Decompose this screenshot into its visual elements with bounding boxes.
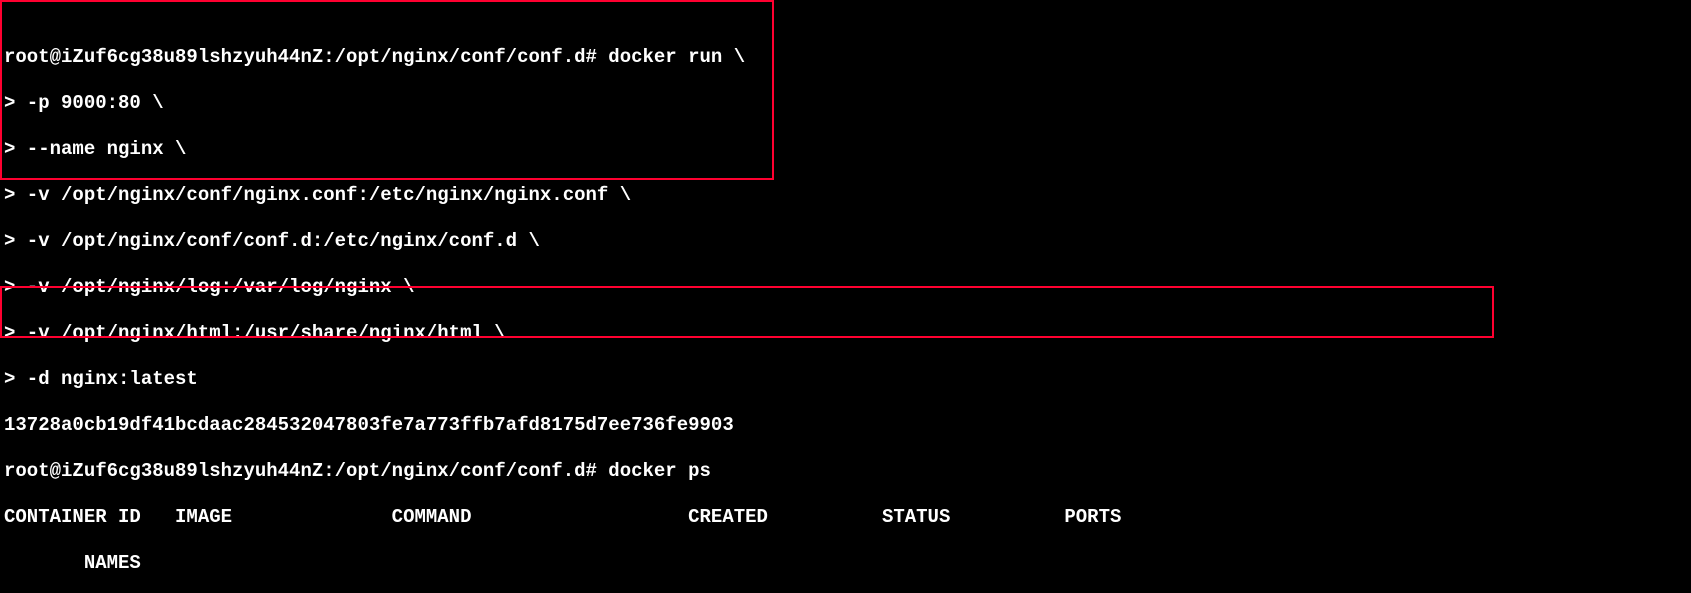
container-hash: 13728a0cb19df41bcdaac284532047803fe7a773… bbox=[4, 414, 734, 436]
table-header: CONTAINER ID IMAGE COMMAND CREATED STATU… bbox=[4, 506, 1121, 528]
cmd-line: > --name nginx \ bbox=[4, 138, 186, 160]
cmd-line: > -v /opt/nginx/conf/nginx.conf:/etc/ngi… bbox=[4, 184, 631, 206]
table-header2: NAMES bbox=[4, 552, 141, 574]
cmd-line: > -d nginx:latest bbox=[4, 368, 198, 390]
prompt-line: root@iZuf6cg38u89lshzyuh44nZ:/opt/nginx/… bbox=[4, 460, 711, 482]
cmd-line: root@iZuf6cg38u89lshzyuh44nZ:/opt/nginx/… bbox=[4, 46, 745, 68]
cmd-line: > -p 9000:80 \ bbox=[4, 92, 164, 114]
cmd-line: > -v /opt/nginx/log:/var/log/nginx \ bbox=[4, 276, 414, 298]
cmd-line: > -v /opt/nginx/html:/usr/share/nginx/ht… bbox=[4, 322, 506, 344]
cmd-line: > -v /opt/nginx/conf/conf.d:/etc/nginx/c… bbox=[4, 230, 540, 252]
terminal[interactable]: root@iZuf6cg38u89lshzyuh44nZ:/opt/nginx/… bbox=[0, 0, 1691, 593]
